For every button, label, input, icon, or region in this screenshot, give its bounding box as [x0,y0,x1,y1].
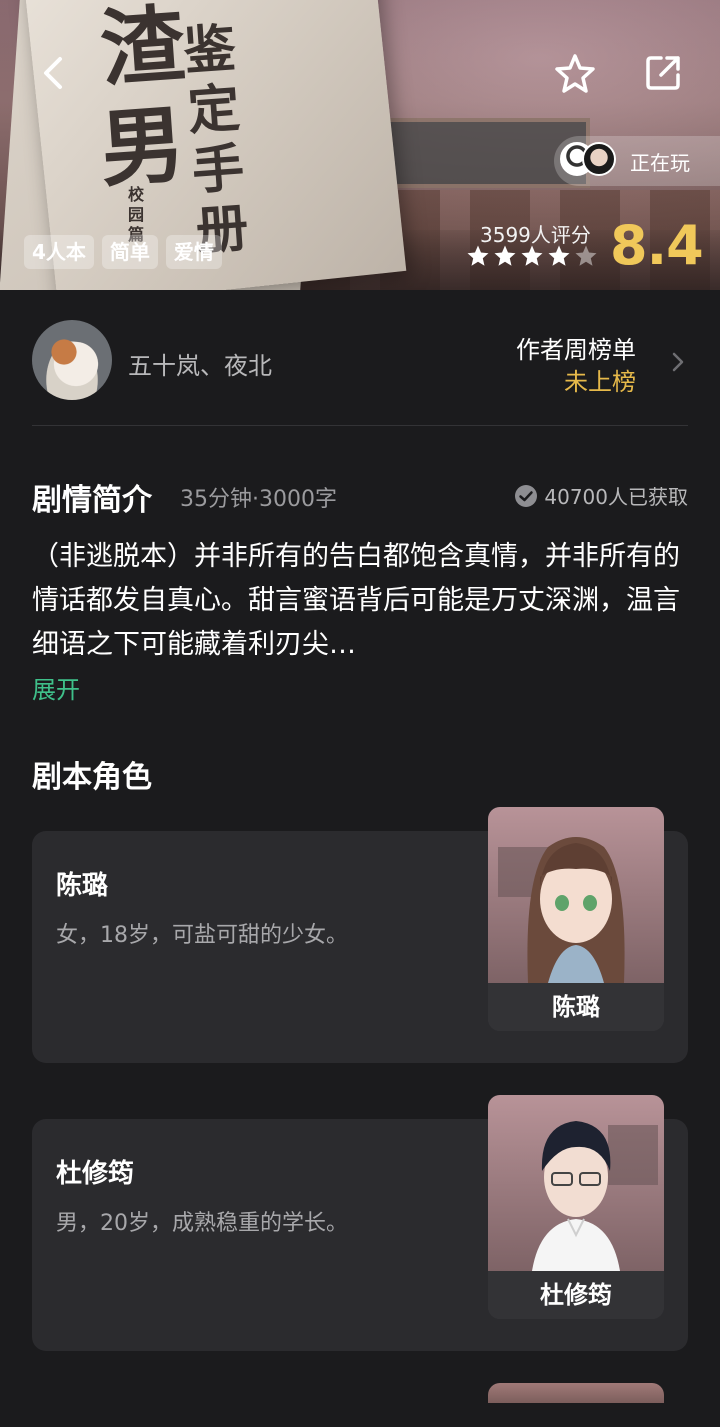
tag-difficulty: 简单 [101,235,158,269]
share-button[interactable] [637,47,689,99]
author-avatar[interactable] [32,320,112,400]
star-empty-icon [575,245,597,266]
now-playing-badge[interactable]: 正在玩 [554,136,720,186]
obtained-count: 40700人已获取 [514,481,688,510]
role-portrait-label: 杜修筠 [488,1271,664,1319]
role-portrait[interactable]: 陈璐 [488,807,664,1031]
role-name: 陈璐 [56,871,109,901]
favorite-button[interactable] [549,47,601,99]
synopsis-title: 剧情简介 [32,483,152,518]
obtained-count-label: 40700人已获取 [544,485,688,509]
now-playing-label: 正在玩 [630,150,690,175]
role-portrait-label: 陈璐 [488,983,664,1031]
role-description: 男，20岁，成熟稳重的学长。 [56,1211,348,1236]
tag-list: 4人本 简单 爱情 [24,235,222,269]
back-button[interactable] [26,47,78,99]
star-filled-icon [521,245,543,266]
author-rank-value: 未上榜 [564,368,636,396]
star-filled-icon [548,245,570,266]
star-rating [466,244,598,268]
role-portrait-image [488,807,664,983]
expand-link[interactable]: 展开 [32,670,80,705]
star-filled-icon [467,245,489,266]
check-circle-icon [515,484,538,507]
roles-title: 剧本角色 [32,760,152,795]
synopsis-meta: 35分钟·3000字 [180,487,337,512]
chevron-right-icon[interactable] [668,348,688,376]
star-outline-icon [555,54,595,93]
rating-score: 8.4 [610,214,704,277]
synopsis-body: （非逃脱本）并非所有的告白都饱含真情，并非所有的情话都发自真心。甜言蜜语背后可能… [32,541,680,660]
hero-banner: 渣 男 鉴定手册 校园篇 正在玩 4人本 简单 爱情 3599人评分 8.4 [0,0,720,290]
role-portrait-image [488,1095,664,1271]
role-portrait[interactable] [488,1383,664,1403]
author-names[interactable]: 五十岚、夜北 [128,346,272,381]
author-rank-title: 作者周榜单 [516,336,636,364]
section-divider [32,425,688,426]
author-row[interactable]: 五十岚、夜北 作者周榜单 未上榜 [32,320,688,404]
share-external-icon [646,56,680,90]
chevron-left-icon [44,57,62,89]
role-name: 杜修筠 [56,1159,135,1189]
tag-players: 4人本 [24,235,94,269]
role-description: 女，18岁，可盐可甜的少女。 [56,923,348,948]
star-filled-icon [494,245,516,266]
tag-genre: 爱情 [165,235,222,269]
role-portrait[interactable]: 杜修筠 [488,1095,664,1319]
player-avatar [582,142,616,176]
